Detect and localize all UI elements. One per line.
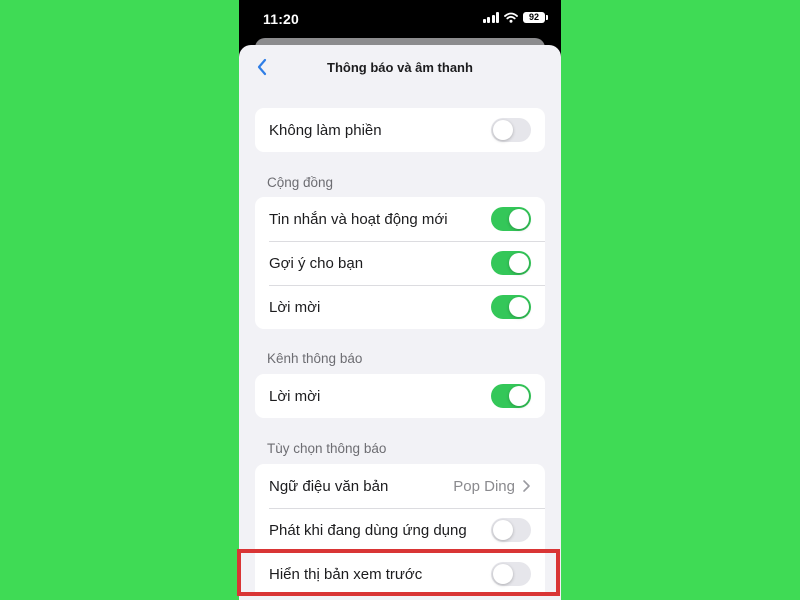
wifi-icon bbox=[504, 12, 518, 23]
green-background: 11:20 92 Thông báo và âm thanh Không làm… bbox=[0, 0, 800, 600]
text-tone-label: Ngữ điệu văn bản bbox=[269, 477, 389, 495]
page-title: Thông báo và âm thanh bbox=[327, 60, 473, 75]
community-suggestions-row[interactable]: Gợi ý cho bạn bbox=[255, 241, 545, 285]
community-suggestions-toggle[interactable] bbox=[491, 251, 531, 275]
status-bar: 11:20 92 bbox=[239, 0, 561, 38]
channel-group: Lời mời bbox=[255, 374, 545, 418]
channel-invitations-row[interactable]: Lời mời bbox=[255, 374, 545, 418]
status-icons: 92 bbox=[482, 12, 548, 23]
community-suggestions-label: Gợi ý cho bạn bbox=[269, 254, 364, 272]
play-in-app-label: Phát khi đang dùng ứng dụng bbox=[269, 521, 467, 539]
signal-icon bbox=[482, 12, 499, 23]
community-new-activity-row[interactable]: Tin nhắn và hoạt động mới bbox=[255, 197, 545, 241]
community-invitations-label: Lời mời bbox=[269, 298, 321, 316]
show-preview-toggle[interactable] bbox=[491, 562, 531, 586]
text-tone-value: Pop Ding bbox=[453, 477, 515, 495]
phone-screen: 11:20 92 Thông báo và âm thanh Không làm… bbox=[239, 0, 561, 600]
dnd-group: Không làm phiền bbox=[255, 108, 545, 152]
options-header: Tùy chọn thông báo bbox=[267, 441, 387, 456]
battery-icon: 92 bbox=[523, 12, 548, 23]
channel-header: Kênh thông báo bbox=[267, 351, 363, 366]
text-tone-row[interactable]: Ngữ điệu văn bản Pop Ding bbox=[255, 464, 545, 508]
dnd-toggle[interactable] bbox=[491, 118, 531, 142]
dnd-label: Không làm phiền bbox=[269, 121, 382, 139]
show-preview-label: Hiển thị bản xem trước bbox=[269, 565, 423, 583]
channel-invitations-label: Lời mời bbox=[269, 387, 321, 405]
play-in-app-row[interactable]: Phát khi đang dùng ứng dụng bbox=[255, 508, 545, 552]
community-header: Cộng đồng bbox=[267, 175, 334, 190]
community-invitations-toggle[interactable] bbox=[491, 295, 531, 319]
community-new-activity-label: Tin nhắn và hoạt động mới bbox=[269, 210, 448, 228]
play-in-app-toggle[interactable] bbox=[491, 518, 531, 542]
options-group: Ngữ điệu văn bản Pop Ding Phát khi đang … bbox=[255, 464, 545, 596]
chevron-right-icon bbox=[523, 480, 530, 492]
community-invitations-row[interactable]: Lời mời bbox=[255, 285, 545, 329]
community-new-activity-toggle[interactable] bbox=[491, 207, 531, 231]
dnd-row[interactable]: Không làm phiền bbox=[255, 108, 545, 152]
show-preview-row[interactable]: Hiển thị bản xem trước bbox=[255, 552, 545, 596]
navigation-bar: Thông báo và âm thanh bbox=[239, 45, 561, 91]
settings-sheet: Thông báo và âm thanh Không làm phiền Cộ… bbox=[239, 45, 561, 600]
status-time: 11:20 bbox=[263, 11, 300, 27]
channel-invitations-toggle[interactable] bbox=[491, 384, 531, 408]
community-group: Tin nhắn và hoạt động mới Gợi ý cho bạn … bbox=[255, 197, 545, 329]
